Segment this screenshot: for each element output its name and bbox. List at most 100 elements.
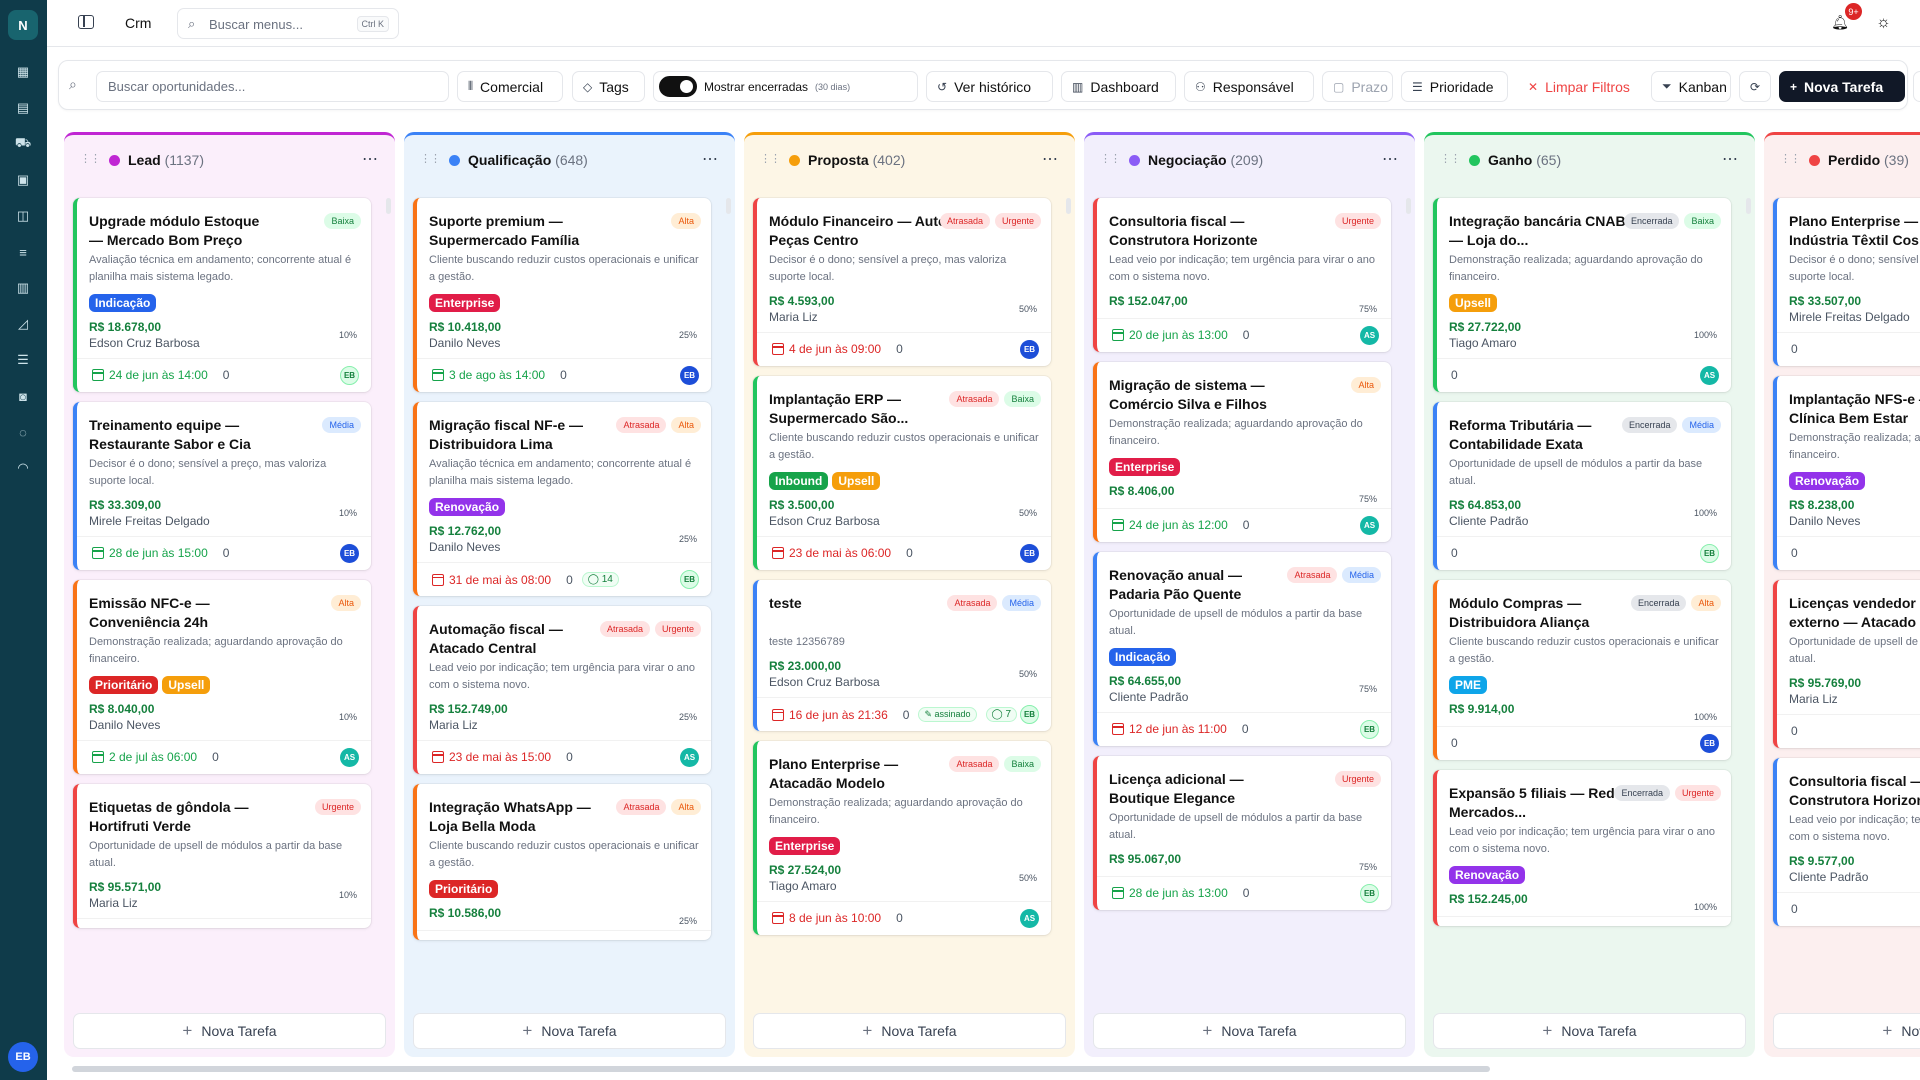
opportunity-card[interactable]: Suporte premium — Supermercado Família Al… (413, 198, 711, 392)
column-scrollbar[interactable] (386, 198, 391, 214)
card-due-date[interactable]: 4 de jun às 09:00 0 (772, 342, 903, 356)
opportunity-card[interactable]: Renovação anual — Padaria Pão Quente Atra… (1093, 552, 1391, 746)
bot-icon[interactable]: ◙ (14, 387, 32, 405)
owner-avatar[interactable]: AS (1020, 909, 1039, 928)
card-due-date[interactable]: 24 de jun às 14:00 0 (92, 368, 229, 382)
drag-handle-icon[interactable]: ⋮⋮ (1440, 152, 1461, 165)
opportunity-card[interactable]: Treinamento equipe — Restaurante Sabor e… (73, 402, 371, 570)
more-options-icon[interactable]: ⋯ (1042, 149, 1059, 169)
card-due-date[interactable]: 3 de ago às 14:00 0 (432, 368, 567, 382)
opportunity-card[interactable]: Etiquetas de gôndola — Hortifruti Verde U… (73, 784, 371, 928)
drag-handle-icon[interactable]: ⋮⋮ (420, 152, 441, 165)
column-header[interactable]: ⋮⋮ Qualificação (648) ⋯ (404, 132, 735, 182)
owner-avatar[interactable]: EB (680, 366, 699, 385)
owner-avatar[interactable]: EB (340, 366, 359, 385)
view-select[interactable]: ⏷ Kanban (1651, 71, 1731, 102)
owner-avatar[interactable]: EB (1700, 544, 1719, 563)
owner-avatar[interactable]: EB (1700, 734, 1719, 753)
toggle-switch[interactable] (659, 76, 697, 97)
new-task-button[interactable]: + Nova Tarefa (1779, 71, 1905, 102)
report-icon[interactable]: ☰ (14, 351, 32, 369)
opportunity-card[interactable]: Expansão 5 filiais — Rede Mercados... Enc… (1433, 770, 1731, 926)
document-icon[interactable]: ▤ (14, 99, 32, 117)
owner-avatar[interactable]: EB (1020, 340, 1039, 359)
card-due-date[interactable]: 23 de mai às 15:00 0 (432, 750, 573, 764)
owner-avatar[interactable]: EB (1020, 544, 1039, 563)
sliders-icon[interactable]: ≡ (14, 243, 32, 261)
whatsapp-badge[interactable]: ◯ 14 (581, 572, 619, 587)
owner-avatar[interactable]: AS (1700, 366, 1719, 385)
card-due-date[interactable]: 24 de jun às 12:00 0 (1112, 518, 1249, 532)
opportunity-card[interactable]: Upgrade módulo Estoque — Mercado Bom Pre… (73, 198, 371, 392)
drag-handle-icon[interactable]: ⋮⋮ (1780, 152, 1801, 165)
card-due-date[interactable]: 8 de jun às 10:00 0 (772, 911, 903, 925)
card-due-date[interactable]: 23 de mai às 06:00 0 (772, 546, 913, 560)
clear-filters-button[interactable]: ✕ Limpar Filtros (1517, 71, 1640, 102)
card-due-date[interactable]: 2 de jul às 06:00 0 (92, 750, 219, 764)
column-header[interactable]: ⋮⋮ Ganho (65) ⋯ (1424, 132, 1755, 182)
drag-handle-icon[interactable]: ⋮⋮ (1100, 152, 1121, 165)
column-header[interactable]: ⋮⋮ Proposta (402) ⋯ (744, 132, 1075, 182)
bot-button[interactable]: ◙ (1913, 71, 1920, 102)
wallet-icon[interactable]: ▣ (14, 171, 32, 189)
app-logo[interactable]: N (8, 10, 38, 40)
opportunity-card[interactable]: Consultoria fiscal — Construtora Horizon… (1093, 198, 1391, 352)
cart-icon[interactable]: ⛟ (14, 135, 32, 153)
column-header[interactable]: ⋮⋮ Lead (1137) ⋯ (64, 132, 395, 182)
comercial-filter-button[interactable]: ⫴ Comercial (457, 71, 563, 102)
card-due-date[interactable]: 31 de mai às 08:00 0 ◯ 14 (432, 572, 619, 587)
add-task-button[interactable]: + Nova Tarefa (1433, 1013, 1746, 1049)
opportunity-card[interactable]: Migração de sistema — Comércio Silva e F… (1093, 362, 1391, 542)
card-due-date[interactable]: 20 de jun às 13:00 0 (1112, 328, 1249, 342)
owner-avatar[interactable]: AS (340, 748, 359, 767)
owner-filter-button[interactable]: ⚇ Responsável (1184, 71, 1314, 102)
drag-handle-icon[interactable]: ⋮⋮ (760, 152, 781, 165)
more-options-icon[interactable]: ⋯ (1382, 149, 1399, 169)
card-due-date[interactable]: 16 de jun às 21:36 0 ✎ assinado ◯ 7 (772, 707, 1018, 722)
opportunity-card[interactable]: teste Atrasada Média teste 12356789 R$ 23.00… (753, 580, 1051, 731)
more-options-icon[interactable]: ⋯ (702, 149, 719, 169)
dashboard-button[interactable]: ▥ Dashboard (1061, 71, 1176, 102)
opportunity-card[interactable]: Reforma Tributária — Contabilidade Exata… (1433, 402, 1731, 570)
column-header[interactable]: ⋮⋮ Negociação (209) ⋯ (1084, 132, 1415, 182)
owner-avatar[interactable]: EB (1360, 720, 1379, 739)
owner-avatar[interactable]: EB (1360, 884, 1379, 903)
add-task-button[interactable]: + Nova Tarefa (73, 1013, 386, 1049)
opportunity-card[interactable]: Emissão NFC-e — Conveniência 24h Alta Demo… (73, 580, 371, 774)
add-task-button[interactable]: + Nova Tarefa (1093, 1013, 1406, 1049)
menu-search[interactable]: ⌕ Buscar menus... Ctrl K (177, 8, 399, 39)
opportunity-card[interactable]: Licenças vendedor externo — Atacado Oport… (1773, 580, 1920, 748)
sidebar-toggle-icon[interactable] (78, 15, 94, 29)
opportunity-card[interactable]: Implantação NFS-e — Clínica Bem Estar Dem… (1773, 376, 1920, 570)
user-avatar[interactable]: EB (8, 1042, 38, 1072)
owner-avatar[interactable]: AS (1360, 326, 1379, 345)
opportunity-card[interactable]: Automação fiscal — Atacado Central Atrasa… (413, 606, 711, 774)
priority-filter-button[interactable]: ☰ Prioridade (1401, 71, 1508, 102)
owner-avatar[interactable]: AS (680, 748, 699, 767)
headset-icon[interactable]: ◠ (14, 459, 32, 477)
card-due-date[interactable]: 28 de jun às 15:00 0 (92, 546, 229, 560)
opportunity-card[interactable]: Consultoria fiscal — Construtora Horizon… (1773, 758, 1920, 926)
tags-filter-button[interactable]: ◇ Tags (572, 71, 645, 102)
owner-avatar[interactable]: EB (1020, 705, 1039, 724)
opportunity-card[interactable]: Plano Enterprise — Atacadão Modelo Atrasa… (753, 741, 1051, 935)
line-chart-icon[interactable]: ◿ (14, 315, 32, 333)
column-scrollbar[interactable] (1746, 198, 1751, 214)
add-task-button[interactable]: + Nova Tarefa (1773, 1013, 1920, 1049)
deadline-filter-button[interactable]: ▢ Prazo (1322, 71, 1393, 102)
refresh-button[interactable]: ⟳ (1739, 71, 1771, 102)
add-task-button[interactable]: + Nova Tarefa (413, 1013, 726, 1049)
bar-chart-icon[interactable]: ▥ (14, 279, 32, 297)
owner-avatar[interactable]: EB (340, 544, 359, 563)
card-due-date[interactable]: 28 de jun às 13:00 0 (1112, 886, 1249, 900)
more-options-icon[interactable]: ⋯ (362, 149, 379, 169)
column-scrollbar[interactable] (1066, 198, 1071, 214)
opportunity-card[interactable]: Módulo Financeiro — Auto Peças Centro Atr… (753, 198, 1051, 366)
opportunity-card[interactable]: Módulo Compras — Distribuidora Aliança En… (1433, 580, 1731, 760)
show-closed-toggle[interactable]: Mostrar encerradas (30 dias) (653, 71, 918, 102)
card-due-date[interactable]: 12 de jun às 11:00 0 (1112, 722, 1249, 736)
chat-icon[interactable]: ◌ (14, 423, 32, 441)
grid-icon[interactable]: ▦ (14, 63, 32, 81)
box-icon[interactable]: ◫ (14, 207, 32, 225)
opportunity-card[interactable]: Migração fiscal NF-e — Distribuidora Lim… (413, 402, 711, 596)
